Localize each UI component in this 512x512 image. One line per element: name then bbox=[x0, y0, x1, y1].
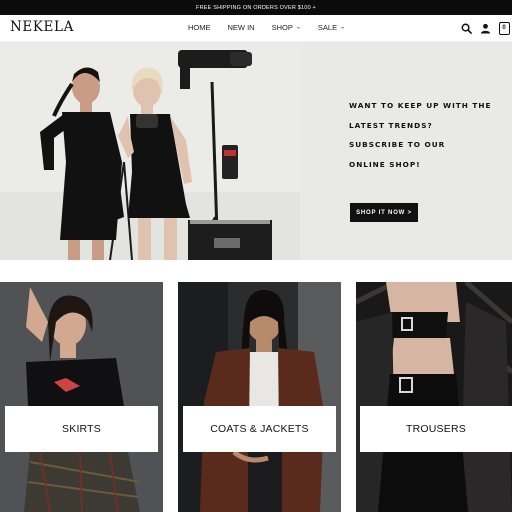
hero-line: WANT TO KEEP UP WITH THE bbox=[349, 101, 492, 110]
nav-item-sale[interactable]: SALE ⌄ bbox=[318, 23, 345, 32]
search-button[interactable] bbox=[459, 21, 473, 35]
nav-item-label: HOME bbox=[188, 23, 211, 32]
site-header: NEKELA HOME NEW IN SHOP ⌄ SALE ⌄ 0 bbox=[0, 15, 512, 42]
announcement-bar: FREE SHIPPING ON ORDERS OVER $100 + bbox=[0, 0, 512, 15]
category-card-trousers[interactable]: TROUSERS bbox=[356, 282, 512, 512]
hero-copy: WANT TO KEEP UP WITH THE LATEST TRENDS? … bbox=[349, 96, 499, 174]
site-logo[interactable]: NEKELA bbox=[10, 19, 74, 35]
nav-item-label: SALE bbox=[317, 23, 338, 32]
nav-item-shop[interactable]: SHOP ⌄ bbox=[272, 23, 301, 32]
nav-item-label: SHOP bbox=[271, 23, 293, 32]
cart-button[interactable]: 0 bbox=[497, 21, 511, 35]
nav-item-new-in[interactable]: NEW IN bbox=[228, 23, 255, 32]
category-card-skirts[interactable]: SKIRTS bbox=[0, 282, 163, 512]
hero-line: ONLINE SHOP! bbox=[349, 159, 421, 169]
nav-item-label: NEW IN bbox=[227, 23, 255, 32]
category-grid: SKIRTS COATS & JACKETS TROUSERS bbox=[0, 282, 512, 512]
hero-banner: WANT TO KEEP UP WITH THE LATEST TRENDS? … bbox=[0, 42, 512, 260]
nav-item-home[interactable]: HOME bbox=[188, 23, 211, 32]
category-label: COATS & JACKETS bbox=[183, 406, 336, 452]
main-nav: HOME NEW IN SHOP ⌄ SALE ⌄ bbox=[188, 23, 362, 32]
cart-count: 0 bbox=[502, 25, 506, 31]
hero-line: SUBSCRIBE TO OUR bbox=[349, 140, 446, 149]
category-label: TROUSERS bbox=[360, 406, 512, 452]
hero-image bbox=[0, 42, 300, 260]
category-image-trousers bbox=[356, 282, 512, 512]
cart-icon: 0 bbox=[498, 21, 510, 35]
search-icon bbox=[461, 23, 472, 34]
account-button[interactable] bbox=[478, 21, 492, 35]
announcement-text: FREE SHIPPING ON ORDERS OVER $100 + bbox=[196, 4, 316, 11]
category-label: SKIRTS bbox=[5, 406, 158, 452]
chevron-down-icon: ⌄ bbox=[295, 24, 301, 31]
hero-line: LATEST TRENDS? bbox=[349, 120, 433, 130]
shop-now-button[interactable]: SHOP IT NOW > bbox=[350, 203, 418, 222]
account-icon bbox=[480, 23, 490, 34]
chevron-down-icon: ⌄ bbox=[340, 24, 346, 31]
category-image-coats-jackets bbox=[178, 282, 341, 512]
category-card-coats-jackets[interactable]: COATS & JACKETS bbox=[178, 282, 341, 512]
category-image-skirts bbox=[0, 282, 163, 512]
